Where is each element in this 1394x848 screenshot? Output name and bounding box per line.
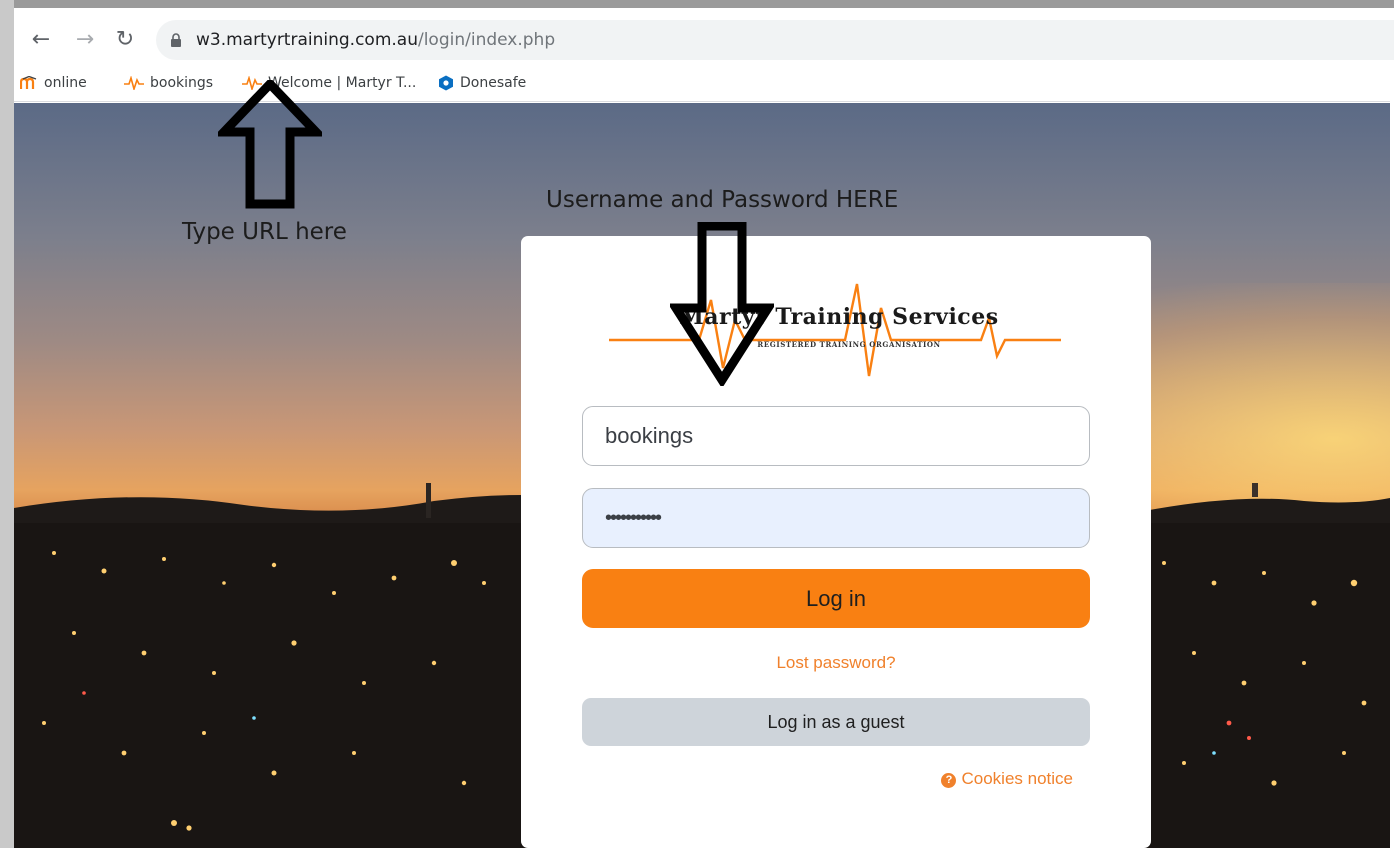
login-card: Martyr Training Services REGISTERED TRAI…: [521, 236, 1151, 848]
username-input[interactable]: [583, 407, 1089, 465]
bookmark-label: bookings: [150, 75, 214, 91]
bookmark-donesafe[interactable]: Donesafe: [438, 68, 526, 102]
password-input[interactable]: [583, 489, 1089, 547]
credentials-hint-label: Username and Password HERE: [546, 187, 899, 213]
lost-password-link[interactable]: Lost password?: [582, 653, 1090, 673]
bookmark-label: online: [44, 75, 87, 91]
forward-arrow-icon[interactable]: →: [72, 26, 98, 54]
url-path: /login/index.php: [417, 30, 556, 50]
login-page-background: Martyr Training Services REGISTERED TRAI…: [14, 103, 1390, 848]
guest-login-button[interactable]: Log in as a guest: [582, 698, 1090, 746]
pulse-icon: [124, 76, 144, 90]
bookmark-bookings[interactable]: bookings: [124, 68, 213, 102]
donesafe-hex-icon: [439, 75, 453, 91]
reload-icon[interactable]: ↻: [112, 26, 138, 54]
username-field[interactable]: [582, 406, 1090, 466]
url-domain: w3.martyrtraining.com.au: [196, 30, 418, 50]
password-field[interactable]: [582, 488, 1090, 548]
screenshot-frame: ← → ↻ w3.martyrtraining.com.au/login/ind…: [0, 0, 1394, 848]
back-arrow-icon[interactable]: ←: [28, 26, 54, 54]
down-arrow-annotation-icon: [670, 222, 774, 386]
cookies-notice-label: Cookies notice: [961, 769, 1073, 788]
url-hint-label: Type URL here: [182, 219, 347, 245]
question-circle-icon: ?: [941, 773, 957, 788]
cookies-notice-link[interactable]: ? Cookies notice: [941, 769, 1073, 789]
address-bar[interactable]: w3.martyrtraining.com.au/login/index.php: [156, 20, 1394, 60]
bookmark-label: Donesafe: [460, 75, 527, 91]
moodle-m-icon: [20, 76, 37, 89]
up-arrow-annotation-icon: [218, 80, 322, 209]
url-text[interactable]: w3.martyrtraining.com.au/login/index.php: [196, 20, 555, 60]
bookmark-online[interactable]: online: [20, 68, 87, 102]
lock-icon: [171, 33, 181, 47]
browser-toolbar: ← → ↻ w3.martyrtraining.com.au/login/ind…: [14, 8, 1394, 68]
login-button[interactable]: Log in: [582, 569, 1090, 628]
